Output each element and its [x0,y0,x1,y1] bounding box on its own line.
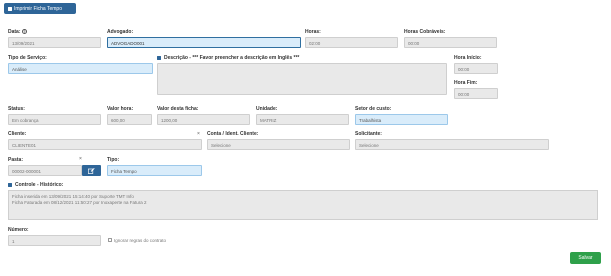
type-label: Tipo: [107,157,120,163]
date-field[interactable]: 13/09/2021 [8,37,101,48]
billable-hours-field[interactable]: 00:00 [404,37,497,48]
edit-icon [88,167,95,174]
type-field[interactable]: Ficha Tempo [107,165,202,176]
date-label-text: Data: [8,29,21,35]
account-field[interactable]: Selecione [207,139,350,150]
history-line: Ficha Faturada em 08/12/2021 11:50:27 po… [12,200,147,205]
requester-label: Solicitante: [355,131,382,137]
requester-field[interactable]: Selecione [355,139,549,150]
description-label: Descrição - *** Favor preencher a descri… [164,55,300,61]
help-icon[interactable]: ? [21,29,27,34]
save-button[interactable]: Salvar [570,252,601,264]
unit-field[interactable]: MATRIZ [256,114,349,125]
clear-folder-icon[interactable]: × [79,157,82,162]
unit-label: Unidade: [256,106,278,112]
description-textarea[interactable] [157,63,447,95]
number-label: Número: [8,227,29,233]
clear-client-icon[interactable]: × [197,132,200,137]
number-field[interactable]: 1 [8,235,101,246]
client-label: Cliente: [8,131,27,137]
date-label: Data: ? [8,29,27,35]
hours-label: Horas: [305,29,321,35]
end-time-label: Hora Fim: [454,80,478,86]
hourly-rate-label: Valor hora: [107,106,134,112]
cost-sector-label: Setor de custo: [355,106,392,112]
folder-label: Pasta: [8,157,24,163]
ignore-contract-checkbox[interactable] [108,238,112,242]
hours-field[interactable]: 02:00 [305,37,398,48]
hourly-rate-field[interactable]: 600,00 [107,114,152,125]
description-checkbox[interactable] [157,56,161,60]
printer-icon [8,6,12,11]
status-label: Status: [8,106,25,112]
ignore-contract-label: Ignorar regras do contrato [114,237,167,243]
start-time-label: Hora Início: [454,55,482,61]
edit-folder-button[interactable] [82,165,101,176]
history-label: Controle - Histórico: [15,182,64,188]
sheet-value-label: Valor desta ficha: [157,106,199,112]
history-textarea[interactable]: Ficha inserida em 13/09/2021 15:14:40 po… [8,190,598,220]
account-label: Conta / Ident. Cliente: [207,131,259,137]
service-type-label: Tipo de Serviço: [8,55,47,61]
print-time-sheet-button[interactable]: Imprimir Ficha Tempo [4,3,76,14]
start-time-field[interactable]: 00:00 [454,63,498,74]
client-field[interactable]: CLIENTE01 [8,139,202,150]
lawyer-label: Advogado: [107,29,134,35]
lawyer-field[interactable]: ADVOGADO001 [107,37,301,48]
status-field[interactable]: Em cobrança [8,114,101,125]
end-time-field[interactable]: 00:00 [454,88,498,99]
cost-sector-field[interactable]: Trabalhista [355,114,448,125]
print-button-label: Imprimir Ficha Tempo [14,6,62,12]
sheet-value-field[interactable]: 1200,00 [157,114,250,125]
folder-field[interactable]: 00002-000001 [8,165,82,176]
history-checkbox[interactable] [8,183,12,187]
billable-hours-label: Horas Cobráveis: [404,29,446,35]
service-type-field[interactable]: Análise [8,63,153,74]
